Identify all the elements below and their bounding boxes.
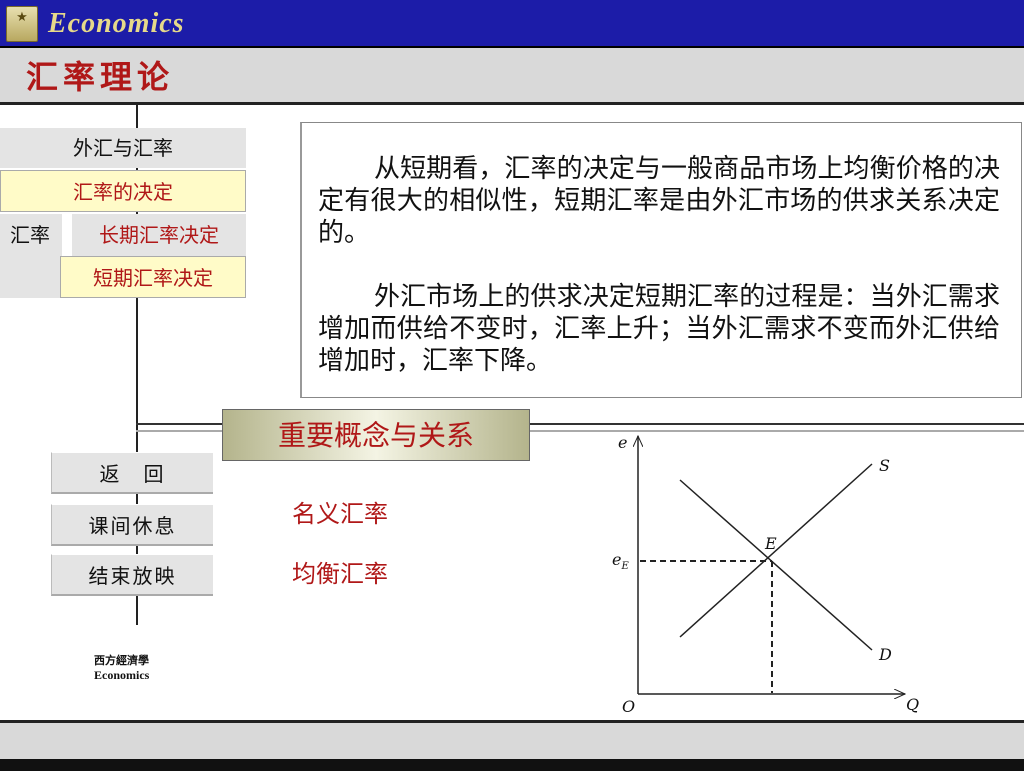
page-title: 汇率理论 — [26, 58, 175, 96]
bottom-bar — [0, 720, 1024, 771]
equilibrium-label: E — [764, 534, 777, 553]
nav-background — [0, 256, 60, 298]
break-button[interactable]: 课间休息 — [51, 504, 213, 546]
link-nominal-rate[interactable]: 名义汇率 — [292, 494, 388, 529]
paragraph-1: 从短期看，汇率的决定与一般商品市场上均衡价格的决定有很大的相似性，短期汇率是由外… — [318, 154, 1000, 248]
demand-curve — [679, 479, 873, 651]
demand-label: D — [878, 645, 892, 664]
supply-demand-diagram: e Q O S D E eE — [612, 433, 919, 716]
x-axis-label: Q — [906, 695, 919, 714]
brand-title: Economics — [48, 8, 185, 39]
equilibrium-rate-label: eE — [612, 550, 629, 572]
nav-item-forex-and-rate[interactable]: 外汇与汇率 — [0, 128, 246, 168]
top-bar: ★ Economics — [0, 0, 1024, 48]
footer-logo-en: Economics — [94, 668, 150, 682]
footer-logo-cn: 西方經濟學 — [94, 654, 149, 667]
nav-item-rate[interactable]: 汇率 — [0, 214, 62, 256]
nav-item-rate-determination[interactable]: 汇率的决定 — [0, 170, 246, 212]
book-icon: ★ — [6, 6, 38, 42]
content-text-box: 从短期看，汇率的决定与一般商品市场上均衡价格的决定有很大的相似性，短期汇率是由外… — [300, 122, 1022, 398]
concepts-banner: 重要概念与关系 — [222, 409, 530, 461]
title-bar: 汇率理论 — [0, 48, 1024, 105]
end-show-button[interactable]: 结束放映 — [51, 554, 213, 596]
paragraph-2: 外汇市场上的供求决定短期汇率的过程是：当外汇需求增加而供给不变时，汇率上升；当外… — [318, 282, 1000, 376]
origin-label: O — [622, 697, 635, 716]
footer-logo: 西方經濟學 Economics — [94, 652, 184, 683]
supply-label: S — [879, 456, 890, 475]
link-equilibrium-rate[interactable]: 均衡汇率 — [292, 554, 388, 589]
y-axis-label: e — [618, 433, 627, 452]
back-button[interactable]: 返 回 — [51, 452, 213, 494]
nav-item-long-term[interactable]: 长期汇率决定 — [72, 214, 246, 256]
nav-item-short-term[interactable]: 短期汇率决定 — [60, 256, 246, 298]
